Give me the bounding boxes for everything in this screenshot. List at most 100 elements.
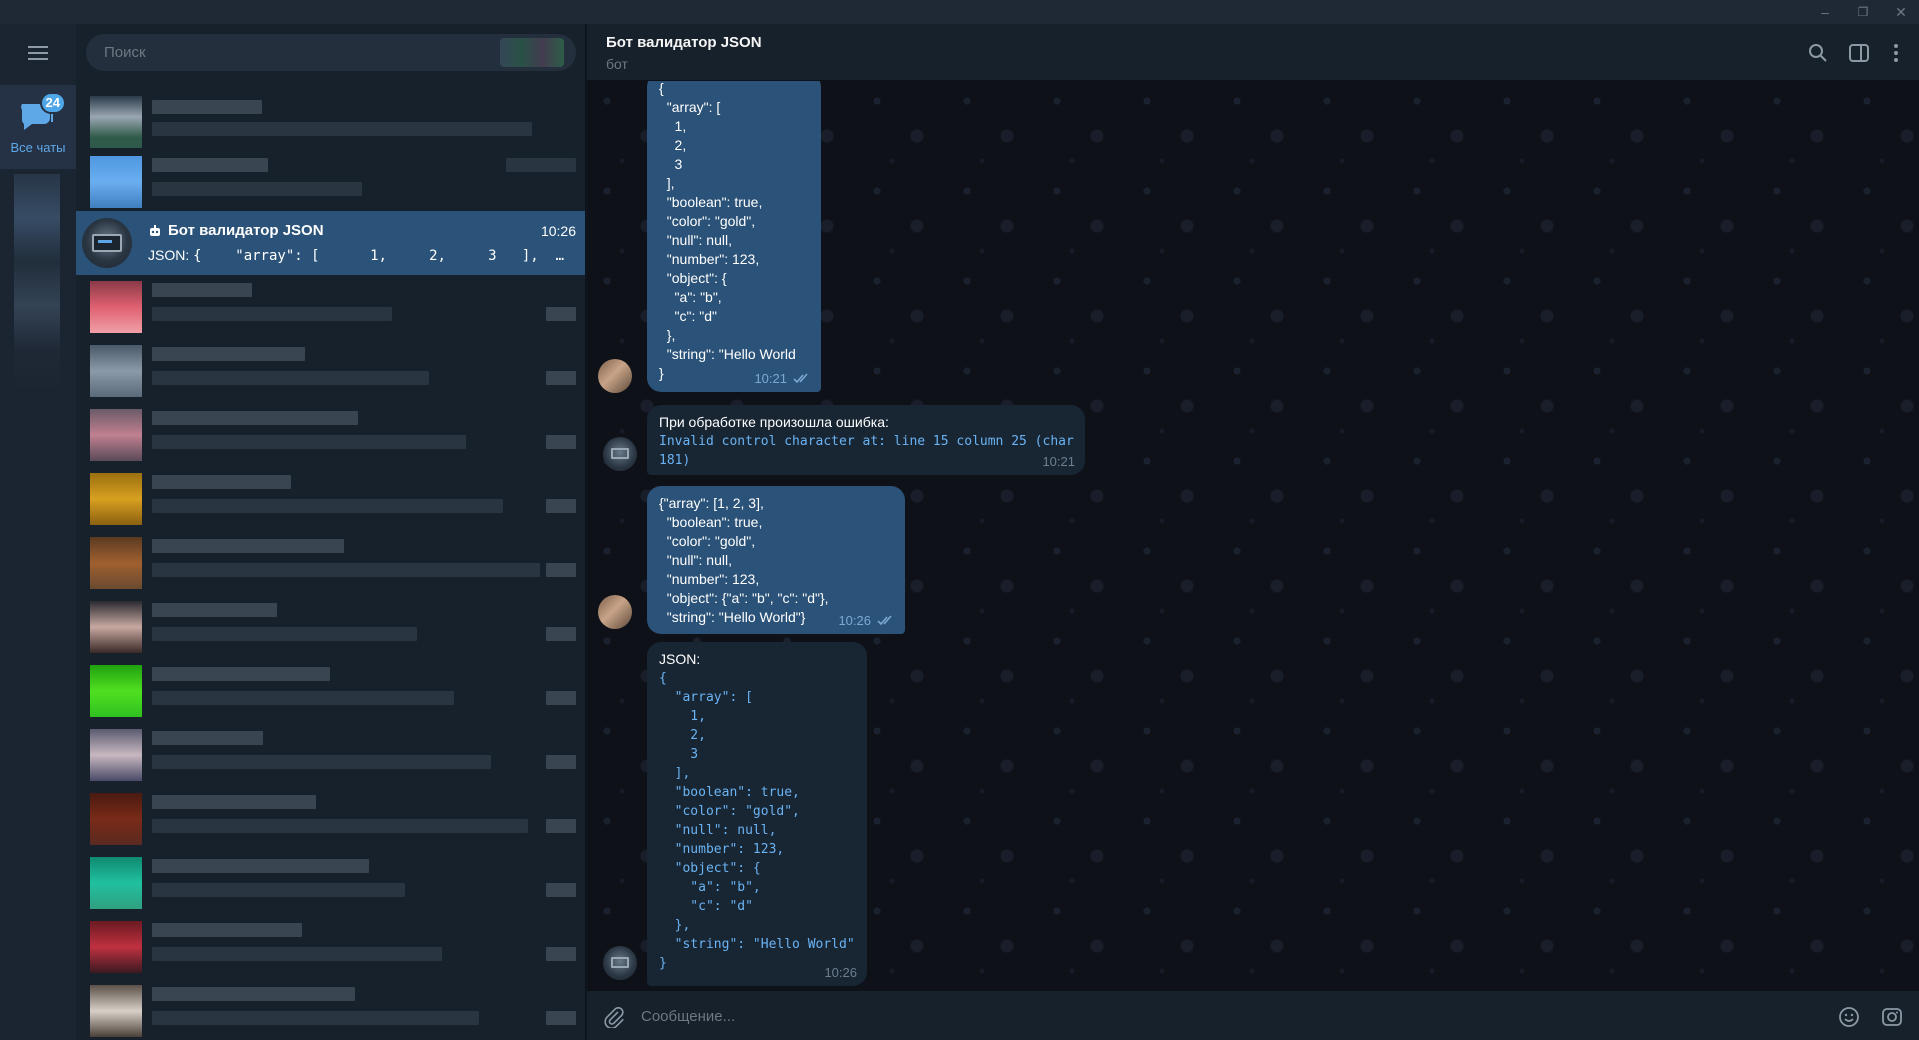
chat-preview: JSON: { "array": [ 1, 2, 3 ], "bo... — [148, 247, 572, 264]
chat-row-blurred[interactable] — [76, 787, 585, 851]
message-text: { "array": [ 1, 2, 3 ], "boolean": true,… — [659, 81, 796, 381]
minimize-button[interactable]: – — [1810, 0, 1840, 24]
bot-avatar[interactable] — [603, 946, 637, 980]
blurred-text — [152, 603, 277, 617]
blurred-avatar — [90, 409, 142, 461]
chat-row-blurred[interactable] — [76, 659, 585, 723]
search-icon — [1809, 44, 1827, 62]
blurred-text — [152, 539, 344, 553]
chat-row-blurred[interactable] — [76, 275, 585, 339]
blurred-avatar — [90, 665, 142, 717]
blurred-text — [506, 158, 576, 172]
message-meta: 10:26 — [838, 611, 895, 630]
message-meta: 10:26 — [824, 963, 857, 982]
message-meta: 10:21 — [1042, 452, 1075, 471]
blurred-avatar — [90, 156, 142, 208]
blurred-text — [152, 883, 405, 897]
blurred-text — [546, 755, 576, 769]
blurred-text — [152, 411, 358, 425]
chat-header-title[interactable]: Бот валидатор JSON — [606, 34, 762, 51]
camera-button[interactable] — [1879, 1004, 1905, 1030]
blurred-avatar — [90, 473, 142, 525]
blurred-text — [546, 627, 576, 641]
chat-row-blurred[interactable] — [76, 723, 585, 787]
blurred-text — [152, 563, 540, 577]
user-avatar[interactable] — [598, 359, 632, 393]
chat-row-blurred[interactable] — [76, 339, 585, 403]
close-window-button[interactable]: ✕ — [1886, 0, 1916, 24]
emoji-button[interactable] — [1836, 1004, 1862, 1030]
blurred-text — [546, 563, 576, 577]
message-bubble-incoming[interactable]: JSON: { "array": [ 1, 2, 3 ], "boolean":… — [647, 642, 867, 986]
chat-row-blurred[interactable] — [76, 531, 585, 595]
chats-icon: 24 — [18, 91, 66, 134]
window-titlebar: – ❐ ✕ — [0, 0, 1919, 24]
blurred-text — [152, 158, 268, 172]
search-button[interactable] — [1805, 40, 1831, 66]
blurred-avatar — [90, 729, 142, 781]
more-button[interactable] — [1883, 40, 1909, 66]
chat-header: Бот валидатор JSON бот — [587, 24, 1919, 81]
chat-row-blurred[interactable] — [76, 595, 585, 659]
user-avatar[interactable] — [598, 595, 632, 629]
preview-label: JSON: — [148, 247, 194, 263]
attach-button[interactable] — [601, 1004, 627, 1030]
sidebar-toggle-button[interactable] — [1846, 40, 1872, 66]
message-bubble-outgoing[interactable]: {"array": [1, 2, 3], "boolean": true, "c… — [647, 486, 905, 634]
blurred-avatar — [90, 537, 142, 589]
message-meta: 10:21 — [754, 369, 811, 388]
blurred-text — [152, 475, 291, 489]
blurred-text — [546, 819, 576, 833]
preview-text: { "array": [ 1, 2, 3 ], "bo... — [193, 248, 572, 264]
message-time: 10:26 — [824, 965, 857, 980]
blurred-text — [152, 182, 362, 196]
chat-title-line: Бот валидатор JSON — [148, 222, 324, 239]
hamburger-icon — [28, 45, 48, 60]
main-menu-button[interactable] — [0, 24, 76, 81]
unread-badge: 24 — [39, 91, 66, 114]
folder-all-chats[interactable]: 24 Все чаты — [0, 85, 76, 169]
chat-row-blurred[interactable] — [76, 915, 585, 979]
search-box — [86, 34, 576, 71]
blurred-text — [152, 627, 417, 641]
chat-row-blurred[interactable] — [76, 851, 585, 915]
emoji-icon — [1839, 1007, 1859, 1027]
double-check-icon — [877, 615, 892, 626]
blurred-text — [152, 371, 429, 385]
message-time: 10:21 — [1042, 454, 1075, 469]
blurred-text — [152, 795, 316, 809]
chat-row-json-bot[interactable]: Бот валидатор JSON 10:26 JSON: { "array"… — [76, 211, 585, 275]
bot-avatar[interactable] — [603, 437, 637, 471]
blurred-text — [546, 371, 576, 385]
folder-rail: 24 Все чаты — [0, 24, 76, 1040]
chat-row-blurred[interactable] — [76, 88, 585, 152]
chat-row-blurred[interactable] — [76, 150, 585, 214]
message-bubble-outgoing[interactable]: { "array": [ 1, 2, 3 ], "boolean": true,… — [647, 81, 821, 392]
chat-row-blurred[interactable] — [76, 467, 585, 531]
blurred-text — [546, 947, 576, 961]
blurred-text — [152, 347, 305, 361]
message-bubble-incoming[interactable]: При обработке произошла ошибка: Invalid … — [647, 405, 1085, 475]
folder-label: Все чаты — [10, 139, 66, 155]
blurred-story-avatars — [500, 38, 564, 67]
message-area: { "array": [ 1, 2, 3 ], "boolean": true,… — [587, 81, 1919, 990]
blurred-text — [152, 731, 263, 745]
message-text: При обработке произошла ошибка: — [659, 414, 889, 430]
camera-icon — [1882, 1008, 1902, 1026]
message-text: JSON: — [659, 651, 701, 667]
double-check-icon — [793, 373, 808, 384]
chat-row-blurred[interactable] — [76, 403, 585, 467]
blurred-text — [152, 122, 532, 136]
blurred-text — [152, 755, 491, 769]
chat-row-blurred[interactable] — [76, 979, 585, 1040]
blurred-text — [152, 307, 392, 321]
restore-button[interactable]: ❐ — [1848, 0, 1878, 24]
message-input[interactable] — [641, 1001, 1791, 1031]
blurred-text — [152, 691, 454, 705]
blurred-text — [152, 1011, 479, 1025]
blurred-text — [152, 947, 442, 961]
bot-avatar — [82, 218, 132, 268]
paperclip-icon — [604, 1006, 624, 1028]
blurred-text — [546, 435, 576, 449]
blurred-avatar — [90, 96, 142, 148]
